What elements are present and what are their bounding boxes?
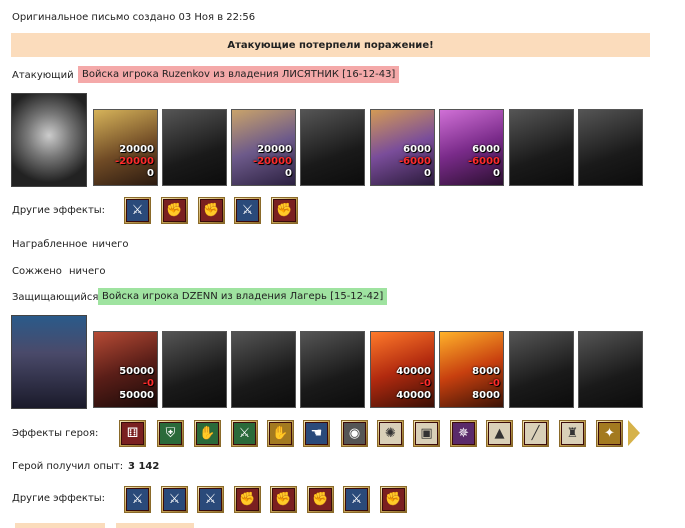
attacker-unit-5[interactable]: 6000 -6000 0 <box>370 109 435 186</box>
sword-icon[interactable]: ⚔ <box>124 486 151 513</box>
fist-icon[interactable]: ✊ <box>198 197 225 224</box>
bottom-tab-2[interactable] <box>116 523 194 528</box>
hero-effects-label: Эффекты героя: <box>12 428 99 439</box>
attacker-tag[interactable]: Войска игрока Ruzenkov из владения ЛИСЯТ… <box>78 66 400 83</box>
defender-unit-3[interactable] <box>231 331 296 408</box>
hero-exp-value: 3 142 <box>128 461 160 472</box>
attacker-label: Атакующий <box>12 70 74 81</box>
attacker-unit-1[interactable]: 20000 -20000 0 <box>93 109 158 186</box>
defender-unit-4[interactable] <box>300 331 365 408</box>
fist-icon[interactable]: ✊ <box>270 486 297 513</box>
hero-exp-label: Герой получил опыт: <box>12 461 124 472</box>
scroll-right-arrow-icon[interactable] <box>628 420 640 446</box>
attacker-other-effects-label: Другие эффекты: <box>12 205 106 216</box>
burned-label: Сожжено <box>12 266 62 277</box>
defender-unit-7[interactable] <box>509 331 574 408</box>
armor-icon[interactable]: ▣ <box>413 420 440 447</box>
handshake-icon[interactable]: ✋ <box>194 420 221 447</box>
battle-result-banner: Атакующие потерпели поражение! <box>11 33 650 57</box>
attacker-unit-7[interactable] <box>509 109 574 186</box>
loot-value: ничего <box>92 239 129 250</box>
defender-unit-8[interactable] <box>578 331 643 408</box>
defender-unit-2[interactable] <box>162 331 227 408</box>
fan-icon[interactable]: ▲ <box>486 420 513 447</box>
sword-icon[interactable]: ⚔ <box>197 486 224 513</box>
attacker-unit-6[interactable]: 6000 -6000 0 <box>439 109 504 186</box>
web-icon[interactable]: ✺ <box>377 420 404 447</box>
attacker-unit-8[interactable] <box>578 109 643 186</box>
sword-icon[interactable]: ⚔ <box>124 197 151 224</box>
sword-icon[interactable]: ⚔ <box>343 486 370 513</box>
attacker-unit-3[interactable]: 20000 -20000 0 <box>231 109 296 186</box>
defender-unit-6[interactable]: 8000 -0 8000 <box>439 331 504 408</box>
bottom-tab-1[interactable] <box>15 523 105 528</box>
handshake-icon[interactable]: ✋ <box>267 420 294 447</box>
sword-icon[interactable]: ⚔ <box>234 197 261 224</box>
defender-unit-1[interactable]: 50000 -0 50000 <box>93 331 158 408</box>
fist-icon[interactable]: ✊ <box>271 197 298 224</box>
dice-icon[interactable]: ⚅ <box>119 420 146 447</box>
loot-label: Награбленное <box>12 239 88 250</box>
blade-icon[interactable]: ╱ <box>522 420 549 447</box>
message-created-text: Оригинальное письмо создано 03 Ноя в 22:… <box>12 12 256 23</box>
shield-icon[interactable]: ⛨ <box>157 420 184 447</box>
fist-icon[interactable]: ✊ <box>307 486 334 513</box>
fist-icon[interactable]: ✊ <box>380 486 407 513</box>
attacker-unit-4[interactable] <box>300 109 365 186</box>
sword-icon[interactable]: ⚔ <box>161 486 188 513</box>
sword-icon[interactable]: ⚔ <box>231 420 258 447</box>
scroll-icon[interactable]: ✦ <box>596 420 623 447</box>
defender-other-effects-label: Другие эффекты: <box>12 493 106 504</box>
defender-tag[interactable]: Войска игрока DZENN из владения Лагерь [… <box>98 288 388 305</box>
burned-value: ничего <box>69 266 106 277</box>
defender-label: Защищающийся <box>12 292 99 303</box>
helmet-icon[interactable]: ◉ <box>341 420 368 447</box>
hand-icon[interactable]: ☚ <box>303 420 330 447</box>
crest-icon[interactable]: ♜ <box>559 420 586 447</box>
defender-hero-portrait[interactable] <box>11 315 87 409</box>
fist-icon[interactable]: ✊ <box>234 486 261 513</box>
swirl-icon[interactable]: ✵ <box>450 420 477 447</box>
attacker-hero-portrait[interactable] <box>11 93 87 187</box>
fist-icon[interactable]: ✊ <box>161 197 188 224</box>
attacker-unit-2[interactable] <box>162 109 227 186</box>
defender-unit-5[interactable]: 40000 -0 40000 <box>370 331 435 408</box>
